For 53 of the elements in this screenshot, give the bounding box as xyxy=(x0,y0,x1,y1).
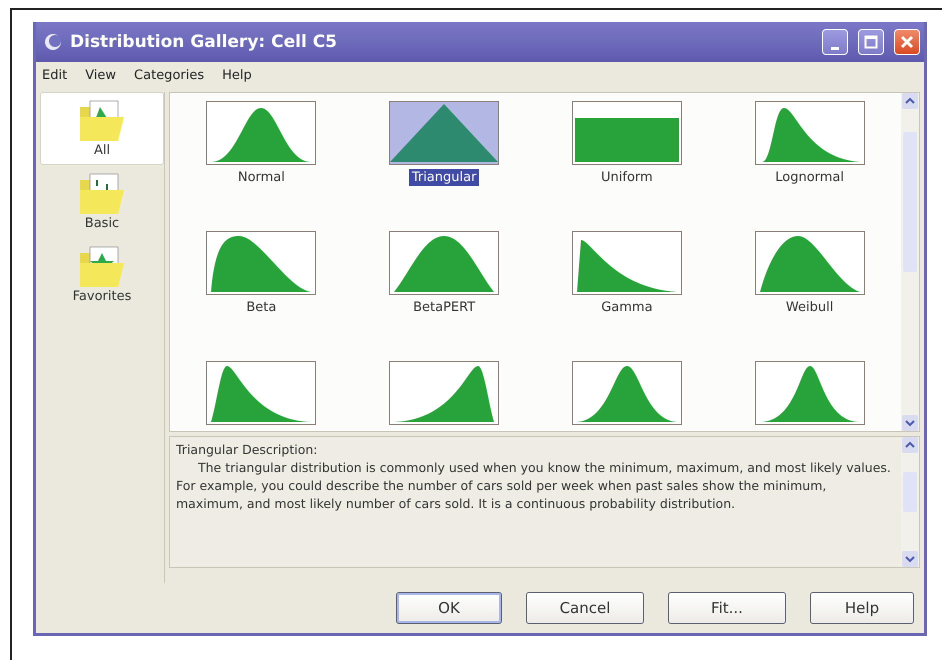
menu-item[interactable]: Help xyxy=(222,68,252,82)
distribution-thumbnail[interactable] xyxy=(206,231,316,295)
distribution-thumbnail[interactable] xyxy=(754,101,865,165)
distribution-thumbnail[interactable] xyxy=(206,101,316,165)
distribution-label[interactable]: Uniform xyxy=(598,169,656,186)
distribution-label[interactable]: BetaPERT xyxy=(410,299,478,316)
folder-icon xyxy=(78,172,126,216)
minimize-icon xyxy=(831,46,839,50)
category-item[interactable]: Favorites xyxy=(40,238,164,311)
description-text: The triangular distribution is commonly used when you know the minimum, maximum, and most likely values. For example, you could describe the number of cars sold per week when past sales show the minimum, maximum, and most likely number of cars sold. It is a continuous probability distribution. xyxy=(176,459,892,513)
dialog-button[interactable]: OK xyxy=(396,592,502,624)
scrollbar[interactable] xyxy=(901,93,919,431)
category-item[interactable]: Basic xyxy=(40,165,164,238)
minimize-button[interactable] xyxy=(822,29,848,55)
close-button[interactable] xyxy=(894,29,920,55)
category-label: All xyxy=(94,143,110,158)
distribution-thumbnail[interactable] xyxy=(572,101,682,165)
distribution-thumbnail[interactable] xyxy=(572,361,682,425)
folder-icon xyxy=(78,99,126,143)
description-title: Triangular Description: xyxy=(176,441,318,459)
distribution-thumbnail[interactable] xyxy=(572,231,682,295)
distribution-label[interactable]: Beta xyxy=(243,299,280,316)
scroll-down-icon[interactable] xyxy=(902,415,918,431)
menu-item[interactable]: Categories xyxy=(134,68,204,82)
folder-icon xyxy=(78,245,126,289)
close-icon xyxy=(900,35,914,49)
scrollbar[interactable] xyxy=(901,437,919,567)
maximize-icon xyxy=(864,35,878,49)
distribution-thumbnail[interactable] xyxy=(389,101,500,165)
scroll-up-icon[interactable] xyxy=(902,437,918,453)
distribution-label[interactable]: Normal xyxy=(234,169,288,186)
scroll-up-icon[interactable] xyxy=(902,93,918,109)
distribution-thumbnail[interactable] xyxy=(389,361,500,425)
menu-item[interactable]: View xyxy=(85,68,116,82)
distribution-label[interactable]: Triangular xyxy=(408,169,480,186)
category-label: Favorites xyxy=(72,289,132,304)
dialog-button[interactable]: Cancel xyxy=(526,592,644,624)
window-title: Distribution Gallery: Cell C5 xyxy=(70,32,338,52)
menu-item[interactable]: Edit xyxy=(42,68,68,82)
app-icon xyxy=(44,33,62,51)
category-item[interactable]: All xyxy=(40,92,164,165)
category-label: Basic xyxy=(84,216,120,231)
distribution-thumbnail[interactable] xyxy=(389,231,500,295)
distribution-thumbnail[interactable] xyxy=(754,361,865,425)
distribution-thumbnail[interactable] xyxy=(754,231,865,295)
distribution-label[interactable]: Lognormal xyxy=(772,169,848,186)
scroll-down-icon[interactable] xyxy=(902,551,918,567)
dialog-button[interactable]: Help xyxy=(810,592,914,624)
dialog-button[interactable]: Fit... xyxy=(668,592,786,624)
distribution-label[interactable]: Weibull xyxy=(782,299,836,316)
distribution-label[interactable]: Gamma xyxy=(598,299,656,316)
distribution-thumbnail[interactable] xyxy=(206,361,316,425)
maximize-button[interactable] xyxy=(858,29,884,55)
